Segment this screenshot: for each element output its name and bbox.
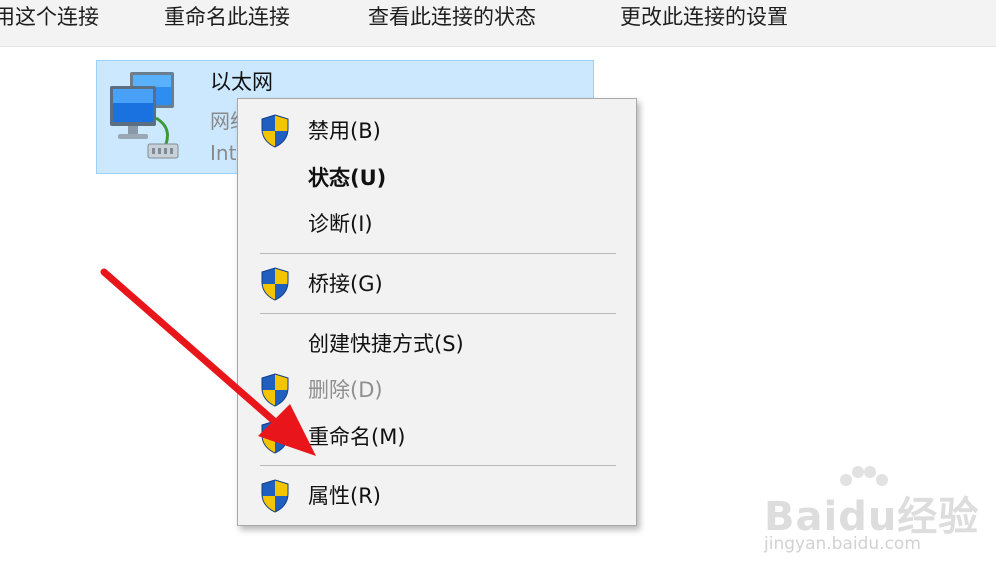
menu-item-label: 重命名(M): [308, 425, 406, 449]
menu-item-disable[interactable]: 禁用(B): [238, 107, 636, 151]
connection-name: 以太网: [210, 70, 273, 94]
menu-separator: [260, 465, 616, 466]
menu-item-label: 删除(D): [308, 378, 383, 402]
toolbar-connect-button[interactable]: 用这个连接: [0, 4, 99, 32]
uac-shield-icon: [261, 373, 289, 407]
menu-item-delete: 删除(D): [238, 366, 636, 410]
menu-item-diagnose[interactable]: 诊断(I): [238, 200, 636, 244]
context-menu: 禁用(B) 状态(U) 诊断(I) 桥接(G) 创建快捷方式(S) 删除(D): [237, 98, 637, 526]
uac-shield-icon: [261, 420, 289, 454]
watermark-brand: Baidu经验: [764, 494, 980, 540]
uac-shield-icon: [261, 114, 289, 148]
baidu-watermark: Baidu经验 jingyan.baidu.com: [760, 464, 990, 564]
menu-item-label: 禁用(B): [308, 119, 381, 143]
menu-item-label: 诊断(I): [308, 212, 373, 236]
menu-item-create-shortcut[interactable]: 创建快捷方式(S): [238, 320, 636, 364]
menu-item-label: 创建快捷方式(S): [308, 332, 464, 356]
command-toolbar: 用这个连接 重命名此连接 查看此连接的状态 更改此连接的设置: [0, 0, 996, 47]
uac-shield-icon: [261, 267, 289, 301]
toolbar-rename-button[interactable]: 重命名此连接: [164, 4, 290, 32]
menu-item-properties[interactable]: 属性(R): [238, 472, 636, 516]
network-adapter-icon: [110, 72, 179, 159]
menu-item-status[interactable]: 状态(U): [238, 154, 636, 198]
paw-logo-icon: [840, 466, 888, 486]
menu-item-bridge[interactable]: 桥接(G): [238, 260, 636, 304]
menu-item-label: 状态(U): [308, 166, 387, 190]
menu-item-rename[interactable]: 重命名(M): [238, 413, 636, 457]
uac-shield-icon: [261, 479, 289, 513]
menu-separator: [260, 253, 616, 254]
menu-separator: [260, 313, 616, 314]
toolbar-view-status-button[interactable]: 查看此连接的状态: [368, 4, 536, 32]
menu-item-label: 桥接(G): [308, 272, 383, 296]
watermark-url: jingyan.baidu.com: [764, 534, 921, 554]
toolbar-change-settings-button[interactable]: 更改此连接的设置: [620, 4, 788, 32]
menu-item-label: 属性(R): [308, 484, 381, 508]
